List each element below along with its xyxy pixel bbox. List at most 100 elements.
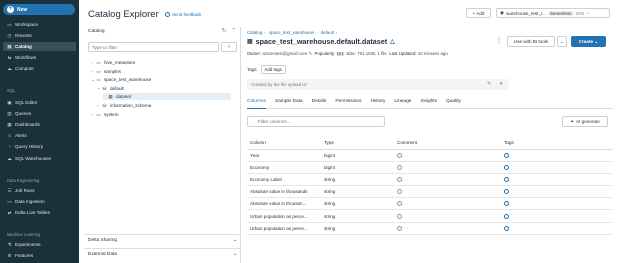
- sidebar-item-delta-live-tables[interactable]: ⇄ Delta Live Tables: [3, 208, 76, 217]
- external-data-section[interactable]: External Data ⌄: [84, 248, 241, 260]
- tree-item-label: hive_metastore: [104, 60, 136, 65]
- sidebar-item-alerts[interactable]: ⚠ Alerts: [3, 131, 76, 140]
- tree-item-information-schema[interactable]: › ⛁ information_schema: [97, 102, 231, 109]
- tab-history[interactable]: History: [370, 97, 385, 109]
- delta-sharing-section[interactable]: Delta Sharing ⌄: [84, 234, 241, 246]
- add-tag-icon[interactable]: [504, 225, 509, 231]
- schema-icon: ⛁: [102, 85, 107, 91]
- column-header-column[interactable]: Column: [247, 137, 321, 150]
- filter-options-button[interactable]: ▿: [221, 42, 237, 52]
- chevron-down-icon[interactable]: ⌄: [557, 36, 567, 47]
- tree-item-system[interactable]: › ▭ system: [91, 111, 231, 118]
- column-header-comment[interactable]: Comment: [394, 137, 501, 150]
- sidebar-item-sql-warehouses[interactable]: ☁ SQL Warehouses: [3, 154, 76, 163]
- sidebar-item-workflows[interactable]: ⇆ Workflows: [3, 53, 76, 62]
- tree-item-dataset[interactable]: ▦ dataset: [103, 93, 231, 101]
- add-comment-icon[interactable]: [397, 201, 402, 207]
- ai-generate-button[interactable]: ✦ AI generate: [562, 116, 608, 127]
- collapse-icon[interactable]: ⌃: [231, 28, 236, 34]
- breadcrumb-schema[interactable]: default: [321, 30, 334, 35]
- add-button[interactable]: + Add: [466, 8, 491, 18]
- catalog-filter-input[interactable]: [88, 42, 219, 52]
- sidebar-item-data-ingestion[interactable]: ▭ Data Ingestion: [3, 197, 76, 206]
- popularity-bars-icon: ▮▮▮: [336, 51, 344, 56]
- tab-lineage[interactable]: Lineage: [394, 97, 411, 109]
- create-button[interactable]: Create ⌄: [571, 36, 606, 47]
- sidebar-item-experiments[interactable]: ⚗ Experiments: [3, 240, 76, 249]
- ingestion-icon: ▭: [7, 199, 12, 205]
- sidebar-item-query-history[interactable]: ◔ Query History: [3, 142, 76, 151]
- filter-columns-input[interactable]: [247, 116, 385, 127]
- sidebar-item-compute[interactable]: ☁ Compute: [3, 64, 76, 73]
- breadcrumb-catalog[interactable]: Catalog: [247, 30, 262, 35]
- refresh-icon[interactable]: ↻: [222, 28, 227, 34]
- add-comment-icon[interactable]: [397, 225, 402, 231]
- edit-description-icon[interactable]: ✎: [487, 79, 491, 90]
- sidebar-item-label: Features: [15, 252, 34, 258]
- tab-sample-data[interactable]: Sample Data: [275, 97, 303, 109]
- table-row[interactable]: Year bigint: [247, 149, 613, 162]
- add-tag-icon[interactable]: [504, 201, 509, 207]
- send-feedback-link[interactable]: Send feedback: [165, 12, 201, 17]
- sidebar-item-catalog[interactable]: ▤ Catalog: [3, 41, 76, 51]
- tab-details[interactable]: Details: [312, 97, 327, 109]
- table-row[interactable]: Absolute value in thousan... string: [247, 197, 613, 211]
- breadcrumb-catalog-name[interactable]: space_test_warehouse: [269, 30, 314, 35]
- column-comment: [394, 173, 501, 187]
- add-tag-icon[interactable]: [504, 189, 509, 195]
- ai-generate-label: AI generate: [576, 119, 600, 124]
- sidebar-item-label: Catalog: [15, 43, 32, 49]
- delta-icon: △: [390, 39, 395, 45]
- table-row[interactable]: Urban population as perce... string: [247, 222, 613, 235]
- add-comment-icon[interactable]: [397, 177, 402, 183]
- column-header-tags[interactable]: Tags: [501, 137, 613, 150]
- add-tag-icon[interactable]: [504, 213, 509, 219]
- add-comment-icon[interactable]: [397, 152, 402, 158]
- features-icon: ⚙: [7, 252, 12, 258]
- tab-permissions[interactable]: Permissions: [335, 97, 361, 109]
- sidebar-item-job-runs[interactable]: ☰ Job Runs: [3, 186, 76, 195]
- column-comment: [394, 149, 501, 162]
- sparkle-icon: ✦: [570, 118, 575, 124]
- owner-value: azurestest@gmail.com: [262, 51, 308, 56]
- sidebar-item-features[interactable]: ⚙ Features: [3, 251, 76, 260]
- sidebar-item-dashboards[interactable]: ▦ Dashboards: [3, 120, 76, 129]
- table-row[interactable]: Absolute value in thousands string: [247, 185, 613, 199]
- tree-item-default[interactable]: ⌄ ⛁ default: [97, 85, 231, 92]
- sidebar-item-workspace[interactable]: ▭ Workspace: [3, 20, 76, 29]
- tree-item-label: samples: [104, 68, 122, 74]
- edit-owner-icon[interactable]: ✎: [308, 51, 312, 56]
- warehouse-selector[interactable]: ◉ warehouse_test_i... Serverless 2XS ⌄: [496, 8, 610, 18]
- tab-quality[interactable]: Quality: [446, 97, 461, 109]
- ai-sparkle-icon[interactable]: ✦: [499, 79, 503, 90]
- sidebar-item-sql-editor[interactable]: ▣ SQL Editor: [3, 98, 76, 107]
- sidebar: + New ▭ Workspace ◷ Recents ▤ Catalog ⇆ Workflo…: [0, 0, 79, 263]
- table-row[interactable]: Economy Label string: [247, 173, 613, 187]
- description-box[interactable]: Created by the file upload UI ✎ ✦: [247, 79, 509, 90]
- new-button[interactable]: + New: [3, 4, 75, 15]
- add-tag-icon[interactable]: [504, 177, 509, 183]
- tab-insights[interactable]: Insights: [420, 97, 437, 109]
- warehouse-size: 2XS: [575, 10, 585, 16]
- tree-item-hive-metastore[interactable]: › ▭ hive_metastore: [91, 59, 231, 66]
- table-row[interactable]: Economy bigint: [247, 161, 613, 174]
- dataset-title-text: space_test_warehouse.default.dataset: [255, 37, 388, 46]
- column-header-type[interactable]: Type: [321, 137, 394, 150]
- add-tag-icon[interactable]: [504, 164, 509, 170]
- use-with-bi-tools-button[interactable]: Use with BI tools: [507, 36, 555, 47]
- column-type: string: [321, 197, 394, 211]
- tab-columns[interactable]: Columns: [247, 97, 266, 109]
- column-type: bigint: [321, 161, 394, 174]
- sidebar-item-queries[interactable]: ▥ Queries: [3, 109, 76, 118]
- kebab-menu-icon[interactable]: ⋮: [496, 37, 502, 44]
- sidebar-item-recents[interactable]: ◷ Recents: [3, 31, 76, 40]
- add-comment-icon[interactable]: [397, 189, 402, 195]
- tree-item-space-test-warehouse[interactable]: ⌄ ▭ space_test_warehouse: [91, 76, 231, 83]
- table-row[interactable]: Urban population as perce... string: [247, 209, 613, 223]
- add-comment-icon[interactable]: [397, 213, 402, 219]
- tree-item-samples[interactable]: › ▭ samples: [91, 68, 231, 75]
- add-tags-button[interactable]: Add tags: [260, 65, 286, 74]
- add-comment-icon[interactable]: [397, 164, 402, 170]
- add-tag-icon[interactable]: [504, 152, 509, 158]
- popularity-label: Popularity:: [314, 51, 336, 56]
